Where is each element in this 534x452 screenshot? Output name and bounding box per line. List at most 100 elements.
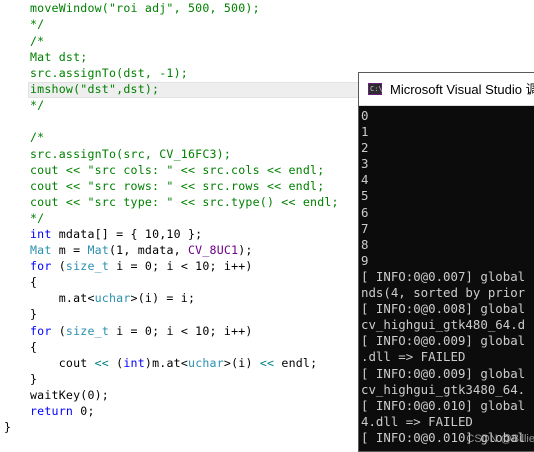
code-token: /* [30,130,45,144]
code-line[interactable]: */ [30,16,44,32]
code-token: return [30,404,74,418]
console-line: cv_highgui_gtk480_64.d [361,317,526,333]
code-line[interactable]: Mat m = Mat(1, mdata, CV_8UC1); [30,242,253,258]
code-token: int [30,227,52,241]
console-output: 0 1 2 3 4 5 6 7 8 9[ INFO:0@0.007] global nds(4, s… [361,108,534,446]
code-token: uchar [94,291,131,305]
code-line[interactable]: { [30,274,37,290]
code-token: >(i) = i; [130,291,196,305]
console-line: 5 [361,188,369,204]
console-line: [ INFO:0@0.007] global [361,268,526,284]
code-token: )m.at< [144,356,189,370]
code-line[interactable]: src.assignTo(dst, -1); [30,65,188,81]
code-token: >(i) [223,356,260,370]
code-token: CV_8UC1 [187,243,239,257]
code-token: } [4,420,12,434]
console-line: 3 [361,156,369,172]
code-token: Mat [87,243,109,257]
code-token: cout << "src cols: " << src.cols << endl… [30,163,325,177]
visual-studio-console-icon: C:\ [368,83,383,95]
code-line[interactable]: src.assignTo(src, CV_16FC3); [30,146,231,162]
code-token: i = 0; i < 10; i++) [109,259,253,273]
console-line: 1 [361,124,369,140]
code-token: i = 0; i < 10; i++) [109,324,253,338]
code-line[interactable]: /* [30,129,44,145]
code-token: , 500, 500); [173,1,260,15]
console-line: 4.dll => FAILED [361,413,473,429]
code-token: << [94,356,109,370]
code-token: endl; [274,356,318,370]
code-line[interactable]: for (size_t i = 0; i < 10; i++) [30,323,253,339]
code-line[interactable]: m.at<uchar>(i) = i; [30,290,195,306]
console-window[interactable]: C:\ Microsoft Visual Studio 调 0123456789… [358,72,534,452]
code-token: m.at< [30,291,95,305]
code-line[interactable]: cout << (int)m.at<uchar>(i) << endl; [30,355,317,371]
code-token: */ [30,211,45,225]
code-token: ( [51,259,66,273]
code-token: 0; [73,404,95,418]
code-token: << [259,356,275,370]
console-line: [ INFO:0@0.009] global [361,333,526,349]
console-title: Microsoft Visual Studio 调 [390,82,534,97]
code-token: cout << "src type: " << src.type() << en… [30,195,339,209]
console-line: 7 [361,220,369,236]
code-token: size_t [65,259,110,273]
code-token: } [30,307,38,321]
console-line: [ INFO:0@0.010] global [361,397,526,413]
code-line[interactable]: moveWindow("roi adj", 500, 500); [30,0,260,16]
console-line: 6 [361,204,369,220]
code-line[interactable]: */ [30,210,44,226]
console-line: .dll => FAILED [361,349,466,365]
code-token: src.assignTo(dst, -1); [30,66,188,80]
console-line: nds(4, sorted by prior [361,285,526,301]
code-token: } [30,372,38,386]
code-line[interactable]: for (size_t i = 0; i < 10; i++) [30,258,253,274]
code-line[interactable]: } [30,371,37,387]
code-token: { [30,340,38,354]
code-line[interactable]: imshow("dst",dst); [30,81,159,97]
console-line: 8 [361,236,369,252]
code-token: { [30,275,38,289]
code-token: Mat dst; [30,50,88,64]
console-line: [ INFO:0@0.008] global [361,301,526,317]
code-token: size_t [65,324,110,338]
watermark: CSDN @Billie [466,433,534,445]
code-token: imshow("dst",dst); [30,82,160,96]
code-line[interactable]: int mdata[] = { 10,10 }; [30,226,202,242]
code-line[interactable]: } [4,419,11,435]
code-line[interactable]: Mat dst; [30,49,87,65]
code-token: ( [109,356,124,370]
code-token: for [30,324,52,338]
code-token: Mat [30,243,52,257]
code-line[interactable]: { [30,339,37,355]
code-token: cout [30,356,95,370]
code-token: uchar [188,356,224,370]
code-token: mdata[] = { 10,10 }; [51,227,203,241]
code-token: cout << "src rows: " << src.rows << endl… [30,179,325,193]
console-line: [ INFO:0@0.009] global [361,365,526,381]
code-line[interactable]: */ [30,97,44,113]
code-line[interactable]: } [30,306,37,322]
code-token: ); [238,243,253,257]
code-token: waitKey(0); [30,388,109,402]
console-line: 9 [361,252,369,268]
code-token: (1, mdata, [109,243,188,257]
code-line[interactable]: cout << "src type: " << src.type() << en… [30,194,339,210]
code-token: ( [51,324,66,338]
code-token: src.assignTo(src, CV_16FC3); [30,147,232,161]
code-line[interactable]: /* [30,33,44,49]
console-line: 4 [361,172,369,188]
code-line[interactable]: return 0; [30,403,95,419]
code-token: int [123,356,145,370]
console-line: cv_highgui_gtk3480_64. [361,381,526,397]
console-line: 0 [361,108,369,123]
code-token: moveWindow( [30,1,109,15]
code-line[interactable]: cout << "src rows: " << src.rows << endl… [30,178,324,194]
console-line: 2 [361,140,369,156]
code-token: */ [30,98,45,112]
code-line[interactable]: cout << "src cols: " << src.cols << endl… [30,162,324,178]
code-line[interactable]: waitKey(0); [30,387,109,403]
code-token: for [30,259,52,273]
console-titlebar[interactable]: C:\ Microsoft Visual Studio 调 [359,73,534,106]
code-token: */ [30,17,45,31]
